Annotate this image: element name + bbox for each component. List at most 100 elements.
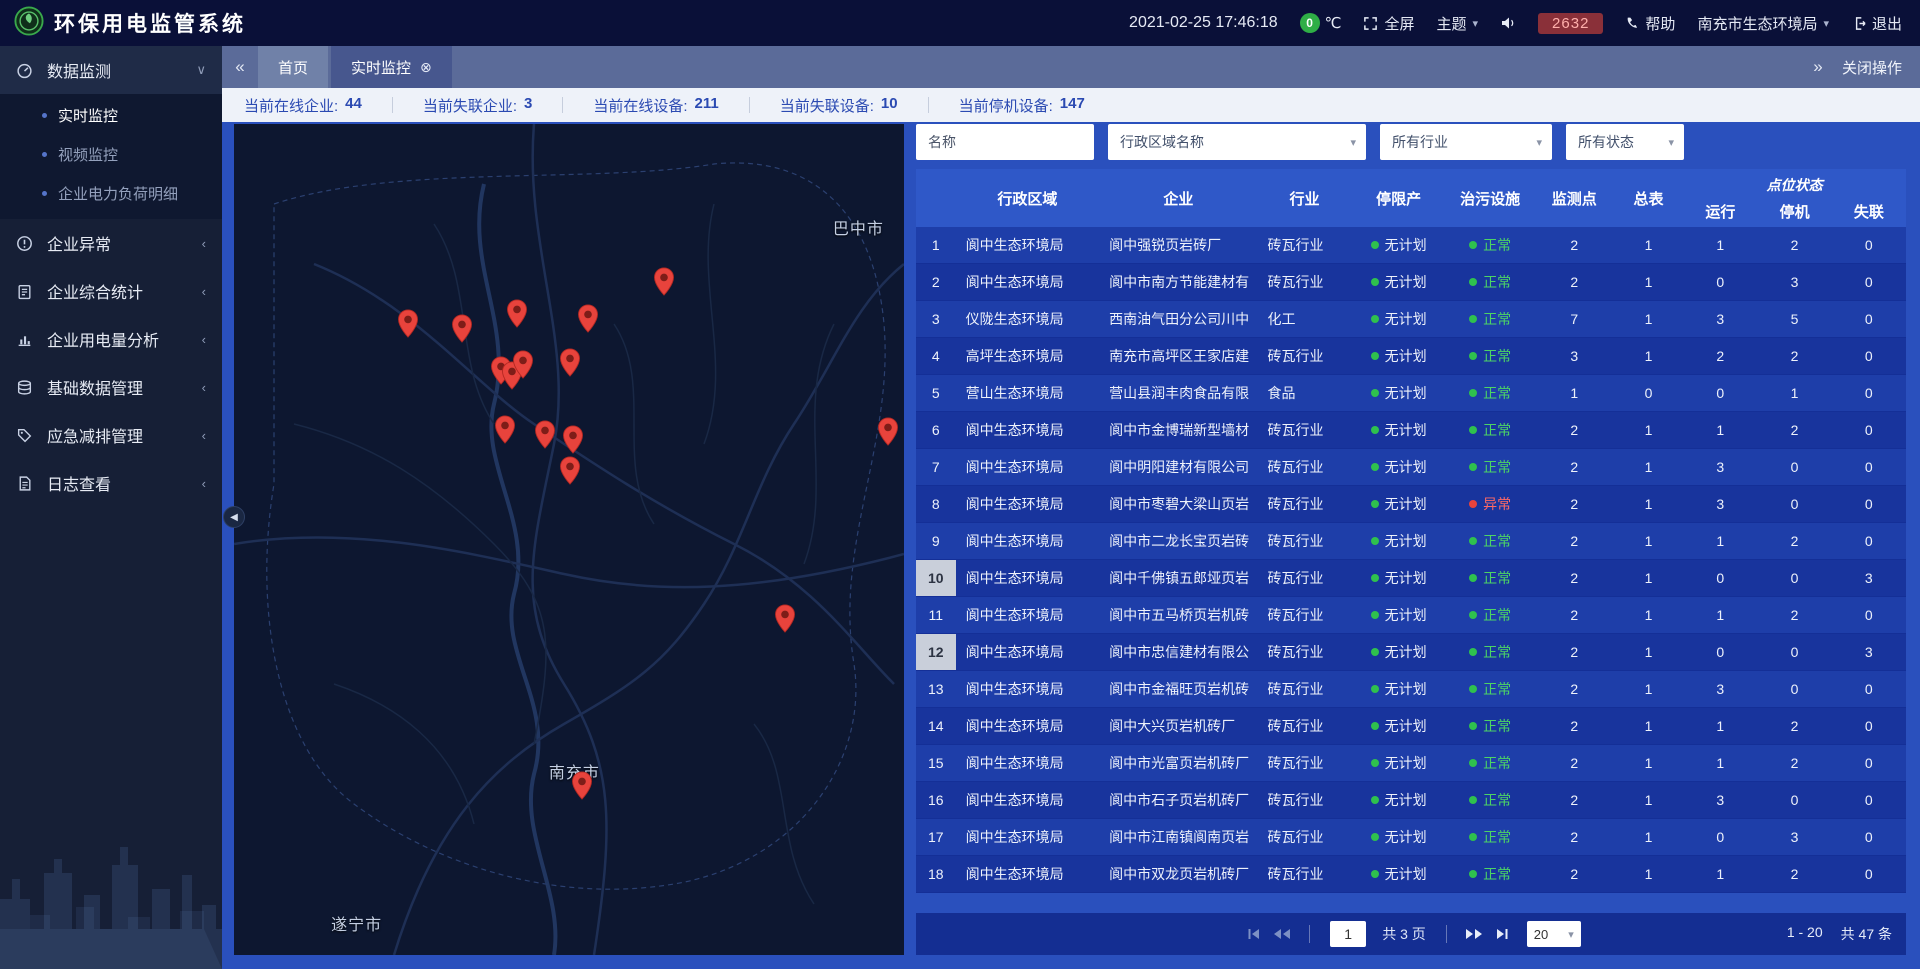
table-row[interactable]: 2阆中生态环境局阆中市南方节能建材有砖瓦行业无计划正常21030 (916, 264, 1906, 301)
announcement-button[interactable] (1500, 15, 1516, 31)
cell-run: 3 (1683, 782, 1757, 818)
map-pin[interactable] (506, 299, 528, 333)
sidebar-item-2[interactable]: 企业综合统计‹ (0, 267, 222, 315)
cell-lost: 0 (1832, 264, 1906, 300)
sidebar-item-3[interactable]: 企业用电量分析‹ (0, 315, 222, 363)
sidebar-subitem-0-1[interactable]: 视频监控 (0, 135, 222, 174)
table-row[interactable]: 16阆中生态环境局阆中市石子页岩机砖厂砖瓦行业无计划正常21300 (916, 782, 1906, 819)
cell-limit-status: 无计划 (1352, 634, 1446, 670)
cell-company: 阆中大兴页岩机砖厂 (1099, 708, 1257, 744)
cell-facility-status: 正常 (1446, 412, 1535, 448)
map-pin[interactable] (562, 425, 584, 459)
table-row[interactable]: 10阆中生态环境局阆中千佛镇五郎垭页岩砖瓦行业无计划正常21003 (916, 560, 1906, 597)
col-company[interactable]: 企业 (1099, 169, 1257, 227)
map-pin[interactable] (494, 415, 516, 449)
col-meters[interactable]: 总表 (1614, 169, 1683, 227)
col-run[interactable]: 运行 (1683, 195, 1757, 227)
map-pin[interactable] (559, 348, 581, 382)
cell-stop: 2 (1757, 523, 1831, 559)
sidebar-subitem-0-0[interactable]: 实时监控 (0, 96, 222, 135)
cell-facility-status: 正常 (1446, 227, 1535, 263)
col-stop[interactable]: 停机 (1757, 195, 1831, 227)
industry-filter-select[interactable]: 所有行业 ▾ (1380, 124, 1552, 160)
map-panel[interactable]: 巴中市南充市遂宁市 ◀ (234, 124, 904, 955)
cell-industry: 砖瓦行业 (1258, 597, 1352, 633)
tab-close-icon[interactable]: ⊗ (420, 59, 432, 76)
cell-stop: 2 (1757, 227, 1831, 263)
map-pin[interactable] (559, 456, 581, 490)
col-industry[interactable]: 行业 (1258, 169, 1352, 227)
col-lost[interactable]: 失联 (1832, 195, 1906, 227)
table-row[interactable]: 3仪陇生态环境局西南油气田分公司川中化工无计划正常71350 (916, 301, 1906, 338)
cell-index: 9 (916, 523, 956, 559)
table-row[interactable]: 14阆中生态环境局阆中大兴页岩机砖厂砖瓦行业无计划正常21120 (916, 708, 1906, 745)
tab-0[interactable]: 首页 (258, 46, 328, 88)
table-row[interactable]: 18阆中生态环境局阆中市双龙页岩机砖厂砖瓦行业无计划正常21120 (916, 856, 1906, 893)
map-pin[interactable] (577, 304, 599, 338)
map-pin[interactable] (877, 417, 899, 451)
map-pin[interactable] (653, 267, 675, 301)
cell-points: 2 (1535, 486, 1614, 522)
sidebar-subitem-0-2[interactable]: 企业电力负荷明细 (0, 174, 222, 213)
tab-1[interactable]: 实时监控⊗ (331, 46, 452, 88)
next-page-button[interactable] (1464, 926, 1484, 942)
sidebar-item-1[interactable]: 企业异常‹ (0, 219, 222, 267)
status-filter-select[interactable]: 所有状态 ▾ (1566, 124, 1684, 160)
cell-region: 阆中生态环境局 (956, 523, 1100, 559)
col-facility[interactable]: 治污设施 (1446, 169, 1535, 227)
map-pin[interactable] (451, 314, 473, 348)
last-page-button[interactable] (1494, 926, 1510, 942)
table-row[interactable]: 7阆中生态环境局阆中明阳建材有限公司砖瓦行业无计划正常21300 (916, 449, 1906, 486)
cell-facility-status: 正常 (1446, 560, 1535, 596)
exit-button[interactable]: 退出 (1851, 13, 1902, 34)
close-operations-button[interactable]: 关闭操作 (1842, 57, 1902, 78)
cell-industry: 化工 (1258, 301, 1352, 337)
alert-count-badge[interactable]: 2632 (1538, 13, 1603, 34)
cell-facility-status: 正常 (1446, 338, 1535, 374)
divider (562, 97, 563, 113)
theme-dropdown[interactable]: 主题 ▾ (1437, 13, 1479, 34)
tabs-scroll-left-icon[interactable]: « (222, 57, 258, 77)
status-dot-green (1371, 870, 1379, 878)
table-row[interactable]: 17阆中生态环境局阆中市江南镇阆南页岩砖瓦行业无计划正常21030 (916, 819, 1906, 856)
first-page-button[interactable] (1246, 926, 1262, 942)
map-pin[interactable] (774, 604, 796, 638)
table-row[interactable]: 9阆中生态环境局阆中市二龙长宝页岩砖砖瓦行业无计划正常21120 (916, 523, 1906, 560)
table-row[interactable]: 1阆中生态环境局阆中强锐页岩砖厂砖瓦行业无计划正常21120 (916, 227, 1906, 264)
col-limit[interactable]: 停限产 (1352, 169, 1446, 227)
table-row[interactable]: 6阆中生态环境局阆中市金博瑞新型墙材砖瓦行业无计划正常21120 (916, 412, 1906, 449)
fullscreen-button[interactable]: 全屏 (1363, 13, 1414, 34)
help-button[interactable]: 帮助 (1625, 13, 1675, 34)
cell-facility-status: 正常 (1446, 375, 1535, 411)
table-row[interactable]: 5营山生态环境局营山县润丰肉食品有限食品无计划正常10010 (916, 375, 1906, 412)
status-dot-green (1371, 648, 1379, 656)
cell-lost: 0 (1832, 375, 1906, 411)
table-row[interactable]: 12阆中生态环境局阆中市忠信建材有限公砖瓦行业无计划正常21003 (916, 634, 1906, 671)
table-row[interactable]: 4高坪生态环境局南充市高坪区王家店建砖瓦行业无计划正常31220 (916, 338, 1906, 375)
table-row[interactable]: 13阆中生态环境局阆中市金福旺页岩机砖砖瓦行业无计划正常21300 (916, 671, 1906, 708)
map-pin[interactable] (397, 309, 419, 343)
page-number-input[interactable] (1330, 921, 1366, 947)
name-filter-input[interactable] (916, 124, 1094, 160)
page-size-select[interactable]: 20 ▾ (1527, 921, 1581, 947)
sidebar-item-4[interactable]: 基础数据管理‹ (0, 363, 222, 411)
table-row[interactable]: 8阆中生态环境局阆中市枣碧大梁山页岩砖瓦行业无计划异常21300 (916, 486, 1906, 523)
col-points[interactable]: 监测点 (1535, 169, 1614, 227)
map-pin[interactable] (571, 771, 593, 805)
cell-meters: 1 (1614, 523, 1683, 559)
sidebar-item-0[interactable]: 数据监测∨ (0, 46, 222, 94)
cell-lost: 0 (1832, 671, 1906, 707)
map-pin[interactable] (534, 420, 556, 454)
chevron-left-icon: ‹ (202, 428, 206, 443)
region-filter-select[interactable]: 行政区域名称 ▾ (1108, 124, 1366, 160)
chevron-left-icon: ‹ (202, 332, 206, 347)
prev-page-button[interactable] (1272, 926, 1292, 942)
sidebar-item-5[interactable]: 应急减排管理‹ (0, 411, 222, 459)
sidebar-item-6[interactable]: 日志查看‹ (0, 459, 222, 507)
table-row[interactable]: 15阆中生态环境局阆中市光富页岩机砖厂砖瓦行业无计划正常21120 (916, 745, 1906, 782)
table-row[interactable]: 11阆中生态环境局阆中市五马桥页岩机砖砖瓦行业无计划正常21120 (916, 597, 1906, 634)
tabs-scroll-right-icon[interactable]: » (1800, 57, 1836, 77)
col-region[interactable]: 行政区域 (956, 169, 1100, 227)
map-pin[interactable] (512, 350, 534, 384)
org-dropdown[interactable]: 南充市生态环境局 ▾ (1697, 13, 1829, 34)
